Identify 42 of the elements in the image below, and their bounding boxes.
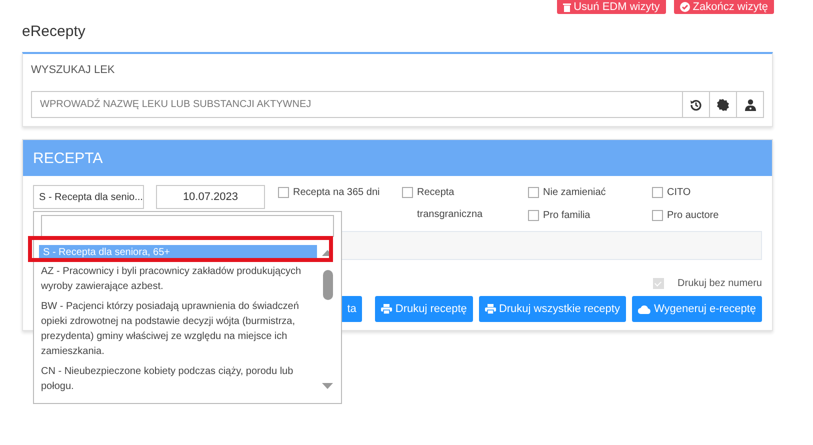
print-button[interactable]: Drukuj wszystkie recepty — [478, 296, 626, 322]
checkbox[interactable] — [528, 210, 539, 221]
checkbox[interactable] — [528, 187, 539, 198]
dropdown-option[interactable]: BW - Pacjenci którzy posiadają uprawnienia do świadczeń opieki zdrowotnej na podstawie decyzji wójta (burmistrza, prezydenta) gminy właściwej ze względu na miejsce ich zamieszkania. — [39, 298, 315, 363]
checkbox-label: Pro familia — [543, 210, 590, 221]
section-title: WYSZUKAJ LEK — [31, 64, 115, 76]
history-icon — [690, 98, 702, 110]
drug-search-field[interactable]: WPROWADŹ NAZWĘ LEKU LUB SUBSTANCJI AKTYWNEJ — [31, 91, 683, 118]
printer-icon — [484, 304, 496, 314]
checkbox-label: Nie zamieniać — [543, 187, 606, 198]
scroll-down-icon[interactable] — [322, 383, 333, 389]
generate-button[interactable]: Wygeneruj e-receptę — [632, 296, 762, 322]
checkbox-label: Pro auctore — [667, 210, 719, 221]
badge-button[interactable] — [710, 91, 737, 118]
finish-visit-button[interactable]: Zakończ wizytę — [674, 0, 774, 14]
checkbox[interactable] — [652, 187, 663, 198]
dropdown-option[interactable]: CN - Nieubezpieczone kobiety podczas ciąży, porodu lub połogu. — [39, 363, 315, 398]
delete-visit-button[interactable]: Usuń EDM wizyty — [556, 0, 666, 14]
badge-icon — [717, 98, 729, 110]
checkbox-label: Recepta na 365 dni — [293, 187, 380, 198]
printer-icon — [381, 304, 392, 314]
checkbox-label: Drukuj bez numeru — [678, 278, 762, 289]
checkbox[interactable] — [278, 187, 289, 198]
trash-icon — [562, 2, 571, 12]
checkbox[interactable] — [402, 187, 413, 198]
search-field[interactable] — [41, 215, 334, 237]
dropdown-option[interactable]: AZ - Pracownicy i byli pracownicy zakładów produkujących wyroby zawierające azbest. — [39, 263, 315, 298]
scroll-thumb[interactable] — [323, 270, 333, 300]
check-circle-icon — [680, 2, 690, 12]
date-field[interactable]: 10.07.2023 — [156, 185, 265, 209]
user-button[interactable] — [737, 91, 764, 118]
print-button[interactable]: Drukuj receptę — [375, 296, 473, 322]
code-select[interactable]: S - Recepta dla senio... — [33, 185, 144, 209]
checkbox-label: CITO — [667, 187, 691, 198]
checkbox[interactable] — [652, 210, 663, 221]
section-title: RECEPTA — [33, 150, 103, 166]
cloud-icon — [638, 304, 651, 314]
scrollbar[interactable] — [321, 250, 335, 389]
page-title: eRecepty — [22, 23, 86, 41]
checkbox-label: Recepta transgraniczna — [417, 186, 484, 222]
user-icon — [744, 98, 756, 110]
history-button[interactable] — [683, 91, 710, 118]
